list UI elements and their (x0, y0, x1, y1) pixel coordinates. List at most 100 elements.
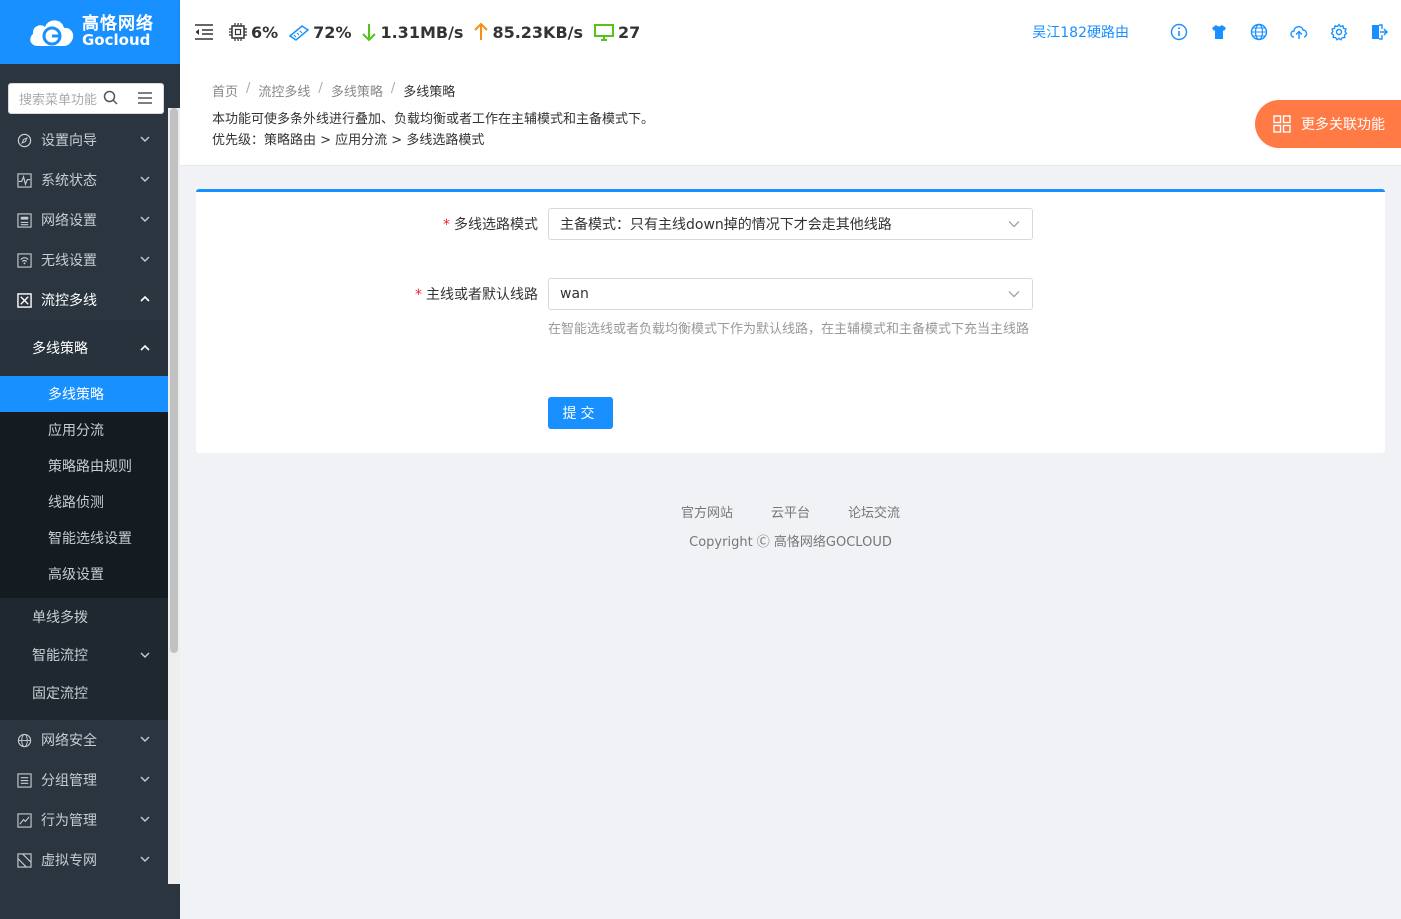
sidebar-item-group-management[interactable]: 分组管理 (0, 760, 168, 800)
sidebar-item-network-security[interactable]: 网络安全 (0, 720, 168, 760)
router-name-link[interactable]: 吴江182硬路由 (1032, 22, 1129, 42)
more-related-features-button[interactable]: 更多关联功能 (1255, 100, 1401, 148)
sidebar-item-label: 网络设置 (41, 213, 97, 229)
sidebar-item-network-settings[interactable]: 网络设置 (0, 200, 168, 240)
sidebar-item-label: 分组管理 (41, 773, 97, 789)
page-description: 本功能可使多条外线进行叠加、负载均衡或者工作在主辅模式和主备模式下。 (212, 112, 655, 127)
sidebar-item-fixed-flow-control[interactable]: 固定流控 (0, 674, 168, 712)
breadcrumb-current: 多线策略 (403, 85, 456, 100)
top-header: 6% 72% 1.31MB/s 85.23KB/s 27 吴江182硬路由 (180, 0, 1401, 64)
sidebar-item-label: 虚拟专网 (41, 853, 97, 869)
sidebar-item-flow-control[interactable]: 流控多线 (0, 280, 168, 320)
grid-icon (1273, 115, 1291, 133)
vpn-icon (16, 852, 32, 868)
chevron-down-icon (140, 736, 150, 742)
chevron-down-icon (140, 816, 150, 822)
monitor-icon (594, 24, 615, 41)
chevron-down-icon (140, 652, 150, 658)
chevron-up-icon (140, 295, 150, 302)
sidebar-item-setup-wizard[interactable]: 设置向导 (0, 120, 168, 160)
trend-chart-icon (16, 812, 32, 828)
breadcrumb: 首页 / 流控多线 / 多线策略 / 多线策略 (212, 81, 456, 100)
memory-usage: 72% (288, 22, 351, 42)
mode-label: * 多线选路模式 (443, 217, 538, 233)
sidebar-nav: 设置向导 系统状态 网络设置 无线设置 流控多线 多线策略 多线策略 应用分流 … (0, 120, 168, 880)
globe-shield-icon (16, 732, 32, 748)
sidebar-item-smart-flow-control[interactable]: 智能流控 (0, 636, 168, 674)
gear-icon[interactable] (1329, 22, 1349, 42)
copyright: Copyright Ⓒ 高恪网络GOCLOUD (689, 535, 892, 550)
sidebar-item-label: 设置向导 (41, 133, 97, 149)
cloud-logo-icon (26, 14, 78, 50)
tshirt-skin-icon[interactable] (1209, 22, 1229, 42)
upload-speed: 85.23KB/s (473, 22, 583, 42)
brand-name-en: Gocloud (82, 31, 151, 49)
multiline-mode-select[interactable]: 主备模式：只有主线down掉的情况下才会走其他线路 (548, 208, 1033, 240)
list-box-icon (16, 772, 32, 788)
crossed-box-icon (16, 292, 32, 308)
brand-name: 高恪网络 (82, 14, 154, 34)
line-label: * 主线或者默认线路 (415, 287, 538, 303)
cpu-usage: 6% (228, 22, 278, 42)
cloud-upload-icon[interactable] (1289, 22, 1309, 42)
chevron-down-icon (1008, 291, 1020, 298)
chevron-down-icon (140, 216, 150, 222)
online-devices: 27 (593, 22, 640, 42)
arrow-up-icon (474, 22, 489, 40)
submenu-label: 多线策略 (32, 341, 88, 357)
sidebar-item-line-detection[interactable]: 线路侦测 (0, 484, 168, 520)
logo[interactable]: 高恪网络 Gocloud (0, 0, 180, 64)
logout-icon[interactable] (1369, 22, 1389, 42)
list-icon (137, 92, 152, 104)
default-line-select[interactable]: wan (548, 278, 1033, 310)
breadcrumb-multiline-policy[interactable]: 多线策略 (331, 81, 383, 100)
chevron-down-icon (140, 136, 150, 142)
info-icon[interactable] (1169, 22, 1189, 42)
line-help-text: 在智能选线或者负载均衡模式下作为默认线路，在主辅模式和主备模式下充当主线路 (548, 322, 1030, 337)
footer-link-official-site[interactable]: 官方网站 (681, 502, 733, 521)
chevron-down-icon (140, 776, 150, 782)
compass-icon (16, 132, 32, 148)
sidebar-item-multiline-policy[interactable]: 多线策略 (0, 376, 168, 412)
sidebar-item-app-split[interactable]: 应用分流 (0, 412, 168, 448)
network-icon (16, 212, 32, 228)
scroll-thumb[interactable] (170, 108, 178, 653)
chevron-down-icon (140, 856, 150, 862)
sidebar: 高恪网络 Gocloud 搜索菜单功能 设置向导 系统状态 网络设置 无线设置 … (0, 0, 180, 919)
chevron-down-icon (140, 176, 150, 182)
footer-link-cloud-platform[interactable]: 云平台 (771, 502, 810, 521)
collapse-menu-button[interactable] (180, 24, 228, 40)
menu-list-button[interactable] (126, 82, 164, 114)
sidebar-item-vpn[interactable]: 虚拟专网 (0, 840, 168, 880)
menu-search-input[interactable]: 搜索菜单功能 (8, 82, 127, 114)
footer-links: 官方网站 云平台 论坛交流 (180, 502, 1401, 521)
arrow-down-icon (362, 24, 377, 42)
indent-icon (195, 24, 213, 40)
sidebar-item-wireless-settings[interactable]: 无线设置 (0, 240, 168, 280)
globe-icon[interactable] (1249, 22, 1269, 42)
memory-icon (288, 25, 310, 41)
sidebar-item-advanced-settings[interactable]: 高级设置 (0, 556, 168, 592)
submenu-multiline-policy[interactable]: 多线策略 (0, 320, 168, 376)
footer-link-forum[interactable]: 论坛交流 (848, 502, 900, 521)
priority-note: 优先级：策略路由 > 应用分流 > 多线选路模式 (212, 133, 485, 148)
sidebar-item-system-status[interactable]: 系统状态 (0, 160, 168, 200)
chevron-down-icon (1008, 221, 1020, 228)
sidebar-item-single-line-multidial[interactable]: 单线多拨 (0, 598, 168, 636)
sidebar-item-label: 无线设置 (41, 253, 97, 269)
submit-button[interactable]: 提交 (548, 397, 613, 429)
breadcrumb-flow-control[interactable]: 流控多线 (258, 81, 310, 100)
sidebar-item-policy-route-rules[interactable]: 策略路由规则 (0, 448, 168, 484)
chevron-up-icon (140, 344, 150, 351)
sidebar-item-label: 行为管理 (41, 813, 97, 829)
sidebar-scrollbar[interactable] (168, 108, 180, 884)
sidebar-item-label: 流控多线 (41, 293, 97, 309)
sidebar-item-smart-line-settings[interactable]: 智能选线设置 (0, 520, 168, 556)
breadcrumb-home[interactable]: 首页 (212, 81, 238, 100)
download-speed: 1.31MB/s (361, 22, 463, 42)
chevron-down-icon (140, 256, 150, 262)
sidebar-item-label: 系统状态 (41, 173, 97, 189)
page-header: 首页 / 流控多线 / 多线策略 / 多线策略 本功能可使多条外线进行叠加、负载均衡或… (180, 64, 1401, 166)
search-icon[interactable] (102, 89, 120, 107)
sidebar-item-behavior-management[interactable]: 行为管理 (0, 800, 168, 840)
